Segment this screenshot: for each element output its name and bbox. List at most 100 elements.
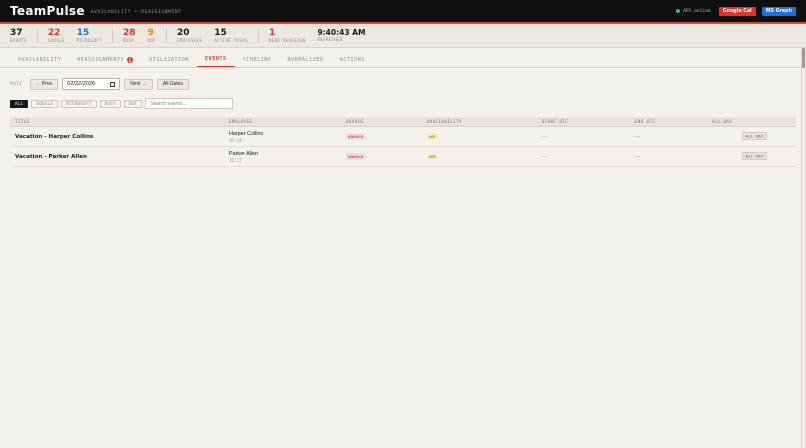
tab-label: REASSIGNMENTS bbox=[77, 57, 125, 63]
top-bar: TeamPulse AVAILABILITY + REASSIGNMENT AP… bbox=[0, 0, 806, 24]
date-label: DATE bbox=[10, 81, 23, 87]
tab-bar: AVAILABILITY REASSIGNMENTS 1 UTILIZATION… bbox=[0, 52, 806, 68]
stat-label: MICROSOFT bbox=[76, 37, 102, 43]
divider bbox=[36, 28, 38, 43]
tab-label: AVAILABILITY bbox=[18, 57, 62, 63]
stat-label: NEED REASSIGN bbox=[268, 37, 306, 43]
date-controls: DATE ← Prev 02/22/2026 Next → All Dates bbox=[0, 78, 806, 90]
stat-oof: 9 OOF bbox=[147, 27, 156, 43]
status-dot-icon bbox=[676, 9, 681, 13]
stat-value: 15 bbox=[76, 27, 90, 38]
end-utc: — bbox=[635, 153, 640, 160]
tab-label: UTILIZATION bbox=[149, 57, 189, 63]
filter-microsoft[interactable]: MICROSOFT bbox=[61, 99, 97, 108]
table-row[interactable]: Vacation - Parker Allen Parker Allen ID:… bbox=[10, 147, 796, 167]
stat-label: ACTIVE TASKS bbox=[214, 37, 248, 43]
availability-badge: OOF bbox=[427, 132, 438, 140]
filter-busy[interactable]: BUSY bbox=[99, 99, 121, 108]
employee-id: ID:17 bbox=[229, 157, 242, 163]
tab-label: EVENTS bbox=[204, 56, 227, 62]
table-row[interactable]: Vacation - Harper Collins Harper Collins… bbox=[10, 127, 796, 147]
event-title: Vacation - Parker Allen bbox=[15, 153, 88, 160]
tab-actions[interactable]: ACTIONS bbox=[332, 57, 373, 67]
col-title[interactable]: TITLE bbox=[10, 119, 224, 124]
all-day-badge: ALL DAY bbox=[742, 132, 768, 140]
top-right-actions: API online Google Cal MS Graph bbox=[676, 6, 796, 16]
col-start-utc[interactable]: START UTC bbox=[537, 119, 630, 124]
stat-value: 15 bbox=[214, 27, 227, 38]
google-cal-button[interactable]: Google Cal bbox=[718, 6, 756, 16]
api-status-label: API online bbox=[683, 8, 711, 14]
tab-events[interactable]: EVENTS bbox=[196, 56, 235, 67]
start-utc: — bbox=[542, 133, 547, 140]
stat-value: 28 bbox=[123, 27, 136, 38]
filter-bar: ALL GOOGLE MICROSOFT BUSY OOF Search eve… bbox=[0, 98, 806, 109]
all-day-badge: ALL DAY bbox=[742, 152, 768, 160]
source-badge: GOOGLE bbox=[346, 132, 366, 140]
stat-label: EMPLOYEES bbox=[176, 37, 203, 43]
employee-name: Parker Allen bbox=[229, 150, 259, 157]
scrollbar-thumb[interactable] bbox=[802, 48, 805, 68]
app-logo: TeamPulse bbox=[10, 4, 85, 18]
stat-label: BUSY bbox=[123, 37, 135, 43]
date-value: 02/22/2026 bbox=[67, 81, 96, 87]
stat-label: EVENTS bbox=[10, 37, 27, 43]
stat-label: REFRESHED bbox=[317, 36, 343, 42]
start-utc: — bbox=[542, 153, 547, 160]
divider bbox=[165, 28, 167, 43]
col-availability[interactable]: AVAILABILITY bbox=[422, 119, 537, 124]
filter-google[interactable]: GOOGLE bbox=[31, 99, 59, 108]
stat-employees: 20 EMPLOYEES bbox=[176, 27, 203, 43]
tab-reassignments[interactable]: REASSIGNMENTS 1 bbox=[69, 57, 141, 67]
tab-timeline[interactable]: TIMELINE bbox=[235, 57, 280, 67]
filter-all[interactable]: ALL bbox=[10, 99, 29, 108]
stat-label: GOOGLE bbox=[47, 37, 65, 43]
end-utc: — bbox=[635, 133, 640, 140]
stat-events: 37 EVENTS bbox=[10, 27, 27, 43]
tab-availability[interactable]: AVAILABILITY bbox=[10, 57, 69, 67]
page-scrollbar[interactable] bbox=[801, 48, 806, 448]
tab-normalized[interactable]: NORMALIZED bbox=[280, 57, 332, 67]
event-title: Vacation - Harper Collins bbox=[15, 133, 94, 140]
stat-need-reassign: 1 NEED REASSIGN bbox=[268, 27, 306, 43]
stat-refreshed: 9:40:43 AM REFRESHED bbox=[317, 29, 365, 42]
stat-busy: 28 BUSY bbox=[123, 27, 136, 43]
search-input[interactable]: Search events... bbox=[145, 98, 234, 109]
next-button[interactable]: Next → bbox=[124, 78, 153, 90]
stat-microsoft: 15 MICROSOFT bbox=[76, 27, 102, 43]
stat-label: OOF bbox=[147, 37, 156, 43]
col-source[interactable]: SOURCE bbox=[341, 119, 422, 124]
api-status: API online bbox=[676, 9, 711, 14]
col-end-utc[interactable]: END UTC bbox=[630, 119, 707, 124]
employee-id: ID:14 bbox=[229, 137, 242, 143]
employee-name: Harper Collins bbox=[229, 130, 264, 137]
stat-value: 37 bbox=[10, 27, 23, 38]
app-subtitle: AVAILABILITY + REASSIGNMENT bbox=[90, 9, 182, 15]
reassign-count-badge: 1 bbox=[127, 57, 134, 63]
col-employee[interactable]: EMPLOYEE bbox=[224, 119, 341, 124]
date-input[interactable]: 02/22/2026 bbox=[62, 78, 121, 90]
tab-utilization[interactable]: UTILIZATION bbox=[141, 57, 197, 67]
tab-label: TIMELINE bbox=[242, 57, 272, 63]
table-header: TITLE EMPLOYEE SOURCE AVAILABILITY START… bbox=[10, 117, 796, 127]
stat-google: 22 GOOGLE bbox=[47, 27, 65, 43]
stat-value: 22 bbox=[47, 27, 61, 38]
col-all-day[interactable]: ALL DAY bbox=[707, 119, 796, 124]
refreshed-time: 9:40:43 AM bbox=[317, 28, 366, 38]
stats-bar: 37 EVENTS 22 GOOGLE 15 MICROSOFT 28 BUSY… bbox=[0, 24, 806, 48]
divider bbox=[257, 28, 259, 43]
availability-badge: OOF bbox=[427, 152, 438, 160]
calendar-icon[interactable] bbox=[110, 81, 116, 87]
all-dates-button[interactable]: All Dates bbox=[156, 78, 189, 90]
stat-active-tasks: 15 ACTIVE TASKS bbox=[214, 27, 248, 43]
stat-value: 1 bbox=[268, 27, 276, 38]
tab-label: NORMALIZED bbox=[287, 57, 324, 63]
stat-value: 9 bbox=[147, 27, 154, 38]
prev-button[interactable]: ← Prev bbox=[29, 78, 59, 90]
tab-label: ACTIONS bbox=[339, 57, 365, 63]
filter-oof[interactable]: OOF bbox=[123, 99, 143, 108]
ms-graph-button[interactable]: MS Graph bbox=[761, 6, 796, 16]
divider bbox=[112, 28, 113, 43]
events-table: TITLE EMPLOYEE SOURCE AVAILABILITY START… bbox=[10, 117, 796, 167]
stat-value: 20 bbox=[176, 27, 190, 38]
